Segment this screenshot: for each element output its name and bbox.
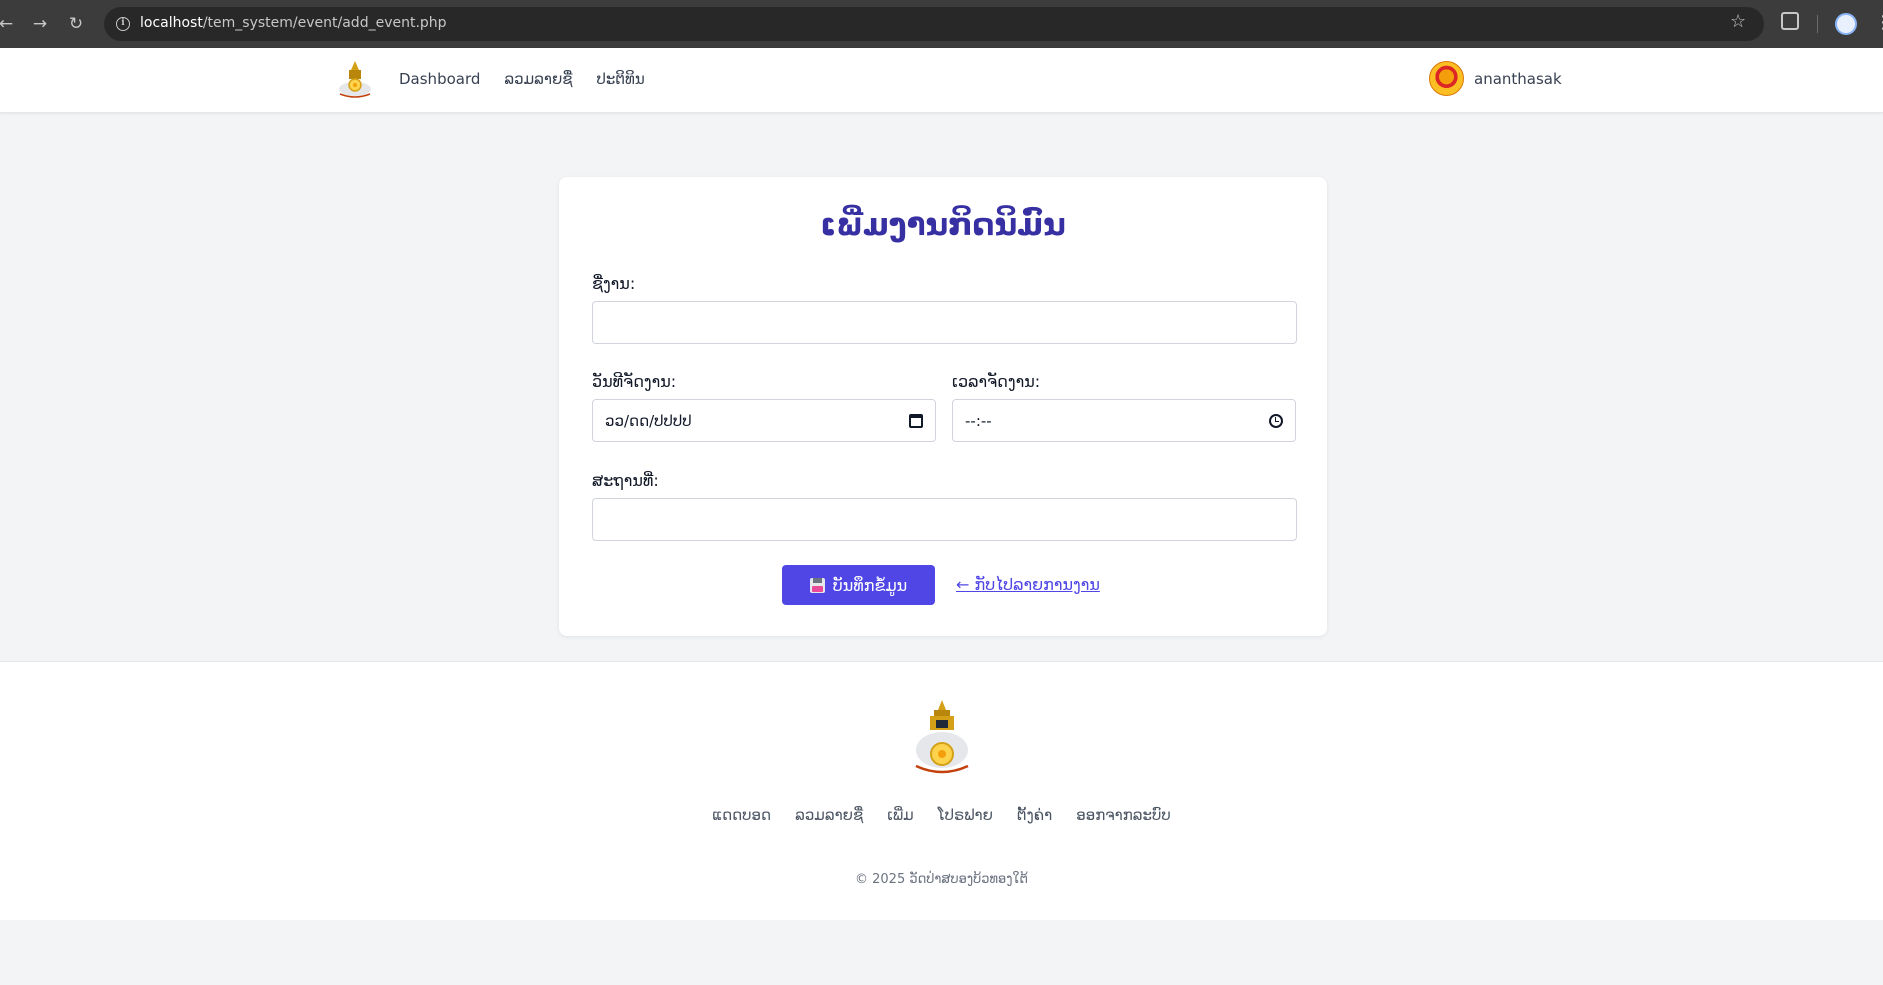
calendar-icon[interactable] (909, 413, 923, 428)
nav-dashboard[interactable]: Dashboard (399, 70, 480, 88)
event-date-label: ວັນທີຈັດງານ: (592, 372, 677, 391)
date-placeholder: ວວ/ດດ/ປປປປ (605, 411, 692, 430)
time-placeholder: --:-- (965, 411, 992, 430)
browser-toolbar: ← → ↻ i localhost/tem_system/event/add_e… (0, 0, 1883, 48)
browser-menu-icon[interactable]: ⋮ (1874, 12, 1883, 33)
event-place-label: ສະຖານທີ່: (592, 471, 659, 490)
event-place-input[interactable] (592, 498, 1297, 541)
url-path: /tem_system/event/add_event.php (202, 15, 447, 31)
footer-link-profile[interactable]: ໂປຣຟາຍ (938, 806, 993, 824)
event-name-input[interactable] (592, 301, 1297, 344)
address-bar[interactable]: i localhost/tem_system/event/add_event.p… (104, 7, 1764, 41)
save-button[interactable]: ບັນທຶກຂໍ້ມູນ (782, 565, 935, 605)
footer-link-dashboard[interactable]: ແດດບອດ (712, 806, 771, 824)
nav-calendar[interactable]: ປະຕິທິນ (597, 70, 645, 88)
footer-link-members[interactable]: ລວມລາຍຊື່ (795, 806, 863, 824)
toolbar-divider (1817, 15, 1818, 33)
page-title: ເພີ່ມງານກິດນິມົນ (820, 207, 1066, 243)
url-text[interactable]: localhost/tem_system/event/add_event.php (140, 15, 447, 31)
bookmark-star-icon[interactable]: ☆ (1730, 11, 1746, 32)
footer-nav: ແດດບອດ ລວມລາຍຊື່ ເພີ່ມ ໂປຣຟາຍ ຕັ້ງຄ່າ ອອ… (0, 806, 1883, 824)
event-date-input[interactable]: ວວ/ດດ/ປປປປ (592, 399, 936, 442)
back-to-list-link[interactable]: ← ກັບໄປລາຍການງານ (956, 575, 1100, 594)
footer-link-logout[interactable]: ອອກຈາກລະບົບ (1076, 806, 1171, 824)
site-header: Dashboard ລວມລາຍຊື່ ປະຕິທິນ ananthasak (0, 48, 1883, 113)
forward-arrow-icon[interactable]: → (28, 12, 52, 36)
back-arrow-icon[interactable]: ← (0, 12, 18, 36)
extensions-icon[interactable] (1781, 12, 1799, 30)
temple-logo-large (915, 700, 969, 774)
profile-avatar-icon[interactable] (1835, 13, 1857, 35)
reload-icon[interactable]: ↻ (64, 12, 88, 36)
url-host: localhost (140, 15, 203, 31)
save-button-label: ບັນທຶກຂໍ້ມູນ (832, 575, 908, 595)
nav-members[interactable]: ລວມລາຍຊື່ (504, 70, 572, 88)
copyright-text: © 2025 ວັດປ່າສບອງບ້ວທອງໃຕ້ (855, 872, 1028, 887)
event-time-input[interactable]: --:-- (952, 399, 1296, 442)
event-name-label: ຊື່ງານ: (592, 274, 636, 293)
footer-link-add[interactable]: ເພີ່ມ (887, 806, 913, 824)
username: ananthasak (1474, 69, 1562, 88)
user-menu[interactable]: ananthasak (1429, 61, 1562, 96)
event-time-label: ເວລາຈັດງານ: (952, 372, 1041, 391)
site-info-icon[interactable]: i (116, 17, 130, 31)
clock-icon[interactable] (1269, 413, 1283, 428)
footer-link-settings[interactable]: ຕັ້ງຄ່າ (1017, 806, 1052, 824)
site-footer: ແດດບອດ ລວມລາຍຊື່ ເພີ່ມ ໂປຣຟາຍ ຕັ້ງຄ່າ ອອ… (0, 661, 1883, 920)
avatar[interactable] (1429, 61, 1464, 96)
main-nav: Dashboard ລວມລາຍຊື່ ປະຕິທິນ (399, 70, 645, 88)
add-event-card: ເພີ່ມງານກິດນິມົນ ຊື່ງານ: ວັນທີຈັດງານ: ວວ… (559, 177, 1327, 636)
floppy-disk-icon (809, 577, 825, 593)
temple-logo[interactable] (334, 58, 376, 100)
